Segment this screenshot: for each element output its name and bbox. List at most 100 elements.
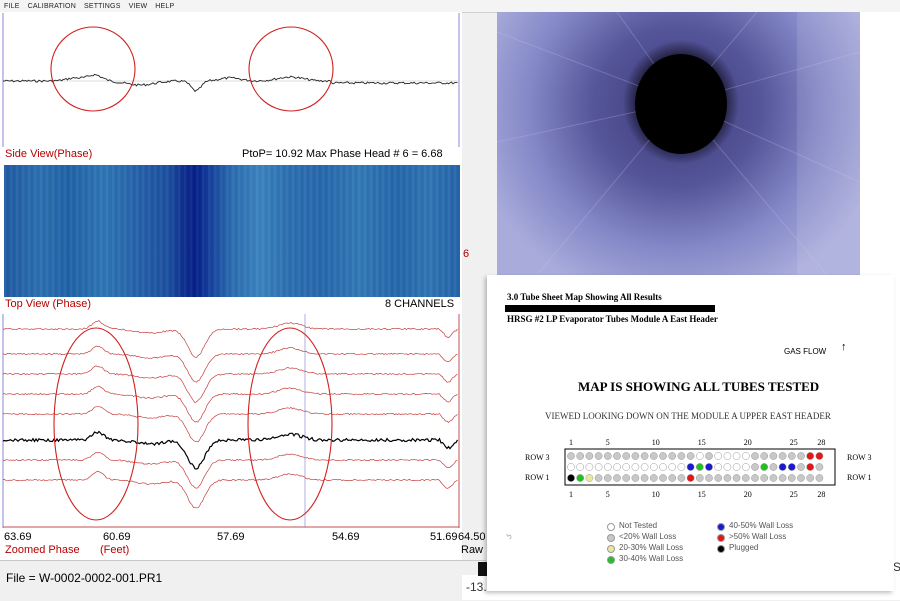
borescope-camera-image [497, 12, 860, 275]
tube-cell [714, 452, 723, 460]
tube-cell [649, 452, 658, 460]
column-label: 15 [698, 490, 706, 499]
legend-label: Not Tested [619, 521, 658, 530]
tube-cell [723, 463, 732, 471]
tube-cell [787, 463, 796, 471]
tube-cell [769, 463, 778, 471]
tube-cell [705, 474, 713, 482]
menu-view[interactable]: VIEW [125, 3, 152, 10]
viewed-note: VIEWED LOOKING DOWN ON THE MODULE A UPPE… [545, 411, 831, 421]
tube-cell [797, 463, 805, 471]
row1-right-label: ROW 1 [847, 473, 872, 482]
top-view-marker: 6 [463, 248, 470, 260]
tube-cell [769, 474, 778, 482]
tube-cell [659, 474, 667, 482]
column-label: 25 [790, 438, 798, 447]
tube-cell [585, 463, 594, 471]
tube-sheet-report: 3.0 Tube Sheet Map Showing All Results H… [487, 275, 894, 591]
channel-trace [2, 385, 458, 423]
tube-cell [613, 463, 621, 471]
row3-left-label: ROW 3 [525, 453, 550, 462]
report-section-title: 3.0 Tube Sheet Map Showing All Results [507, 292, 662, 302]
row3-right-label: ROW 3 [847, 453, 872, 462]
tube-cell [686, 463, 695, 471]
axis-tick: 54.69 [332, 531, 360, 543]
legend-swatch [607, 545, 615, 553]
tube-cell [603, 463, 612, 471]
legend-label: 30-40% Wall Loss [619, 554, 684, 563]
tube-cell [695, 474, 704, 482]
tube-cell [815, 474, 824, 482]
menu-help[interactable]: HELP [151, 3, 178, 10]
menu-file[interactable]: FILE [0, 3, 24, 10]
defect-ellipse-marker [53, 327, 139, 521]
tube-map: 1 5 10 15 20 25 28 1 5 10 15 20 25 28 ROW 3 ROW 1 RO… [525, 438, 872, 499]
column-label: 10 [652, 490, 660, 499]
legend-swatch [717, 534, 725, 542]
tube-cell [806, 463, 815, 471]
tube-cell [576, 452, 585, 460]
tube-cell [732, 463, 741, 471]
tube-cell [787, 452, 796, 460]
column-label: 28 [817, 490, 825, 499]
tube-cell [668, 463, 677, 471]
column-label: 1 [569, 438, 573, 447]
tube-cell [567, 463, 575, 471]
tube-cell [649, 463, 658, 471]
legend-label: 20-30% Wall Loss [619, 543, 684, 552]
column-label: 15 [698, 438, 706, 447]
menu-settings[interactable]: SETTINGS [80, 3, 125, 10]
tube-cell [797, 452, 805, 460]
tube-cell [668, 474, 677, 482]
column-label: 5 [606, 490, 610, 499]
tube-cell [576, 474, 585, 482]
legend-swatch [717, 545, 725, 553]
tube-cell [631, 463, 640, 471]
tube-cell [778, 452, 787, 460]
channel-trace [2, 345, 458, 383]
map-title: MAP IS SHOWING ALL TUBES TESTED [578, 379, 820, 394]
tube-cell [741, 452, 750, 460]
tube-cell [631, 452, 640, 460]
status-bar: File = W-0002-0002-001.PR1 [0, 560, 486, 601]
column-label: 1 [569, 490, 573, 499]
row1-left-label: ROW 1 [525, 473, 550, 482]
tube-cell [751, 452, 759, 460]
redaction-bar [505, 305, 715, 312]
legend-label: <20% Wall Loss [619, 532, 677, 541]
tube-cell [797, 474, 805, 482]
tube-cell [576, 463, 585, 471]
partial-label: S [893, 560, 900, 574]
tube-cell [760, 452, 769, 460]
tube-cell [695, 452, 704, 460]
tube-cell [760, 463, 769, 471]
tube-cell [603, 452, 612, 460]
page-mark: ک [507, 533, 514, 540]
axis-tick: 60.69 [103, 531, 131, 543]
channel-traces [2, 320, 459, 509]
tube-cell [631, 474, 640, 482]
legend: Not Tested <20% Wall Loss 20-30% Wall Loss… [607, 521, 887, 581]
tube-cell [806, 474, 815, 482]
primary-channel-trace [2, 430, 459, 470]
tube-cell [640, 452, 649, 460]
tube-cell [815, 463, 824, 471]
tube-cell [567, 452, 575, 460]
tube-cell [613, 452, 621, 460]
top-view-label: Top View (Phase) [5, 298, 92, 310]
channel-trace [2, 320, 458, 358]
tube-cell [723, 452, 732, 460]
tube-cell [714, 463, 723, 471]
tube-cell [806, 452, 815, 460]
tube-cell [732, 474, 741, 482]
tube-cell [603, 474, 612, 482]
tube-cell [686, 474, 695, 482]
side-view-trace [2, 73, 458, 93]
tube-cell [769, 452, 778, 460]
menu-calibration[interactable]: CALIBRATION [24, 3, 80, 10]
tube-cell [760, 474, 769, 482]
tube-cell [585, 452, 594, 460]
raw-axis-tick: 64.50 [458, 531, 486, 543]
column-label: 28 [817, 438, 825, 447]
legend-swatch [717, 523, 725, 531]
